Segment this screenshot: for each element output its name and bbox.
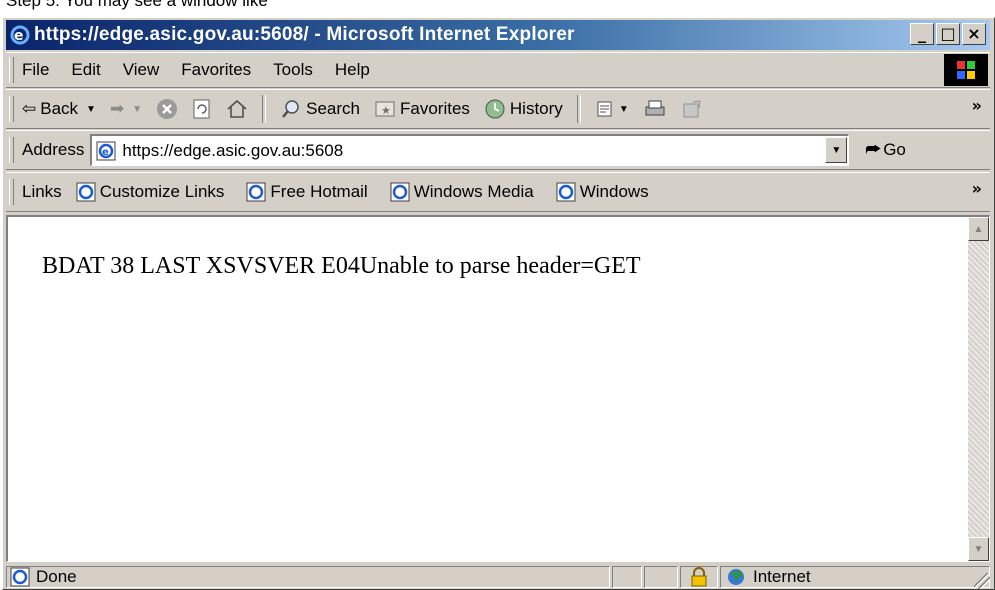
- title-bar[interactable]: e https://edge.asic.gov.au:5608/ - Micro…: [6, 20, 990, 50]
- search-icon: [282, 100, 299, 118]
- link-label: Windows Media: [413, 182, 534, 201]
- page-body-text: BDAT 38 LAST XSVSVER E04Unable to parse …: [42, 253, 641, 279]
- back-label: Back: [40, 99, 79, 118]
- page-done-icon: [10, 567, 30, 587]
- status-pane: Done: [6, 566, 610, 588]
- print-button[interactable]: [643, 98, 667, 120]
- link-windows[interactable]: Windows: [556, 182, 649, 202]
- windows-logo-icon: [944, 54, 988, 86]
- svg-text:★: ★: [381, 104, 391, 117]
- ie-page-icon: [76, 182, 96, 202]
- go-label: Go: [883, 140, 906, 159]
- status-blank-pane: [644, 566, 678, 588]
- home-icon: [227, 99, 247, 118]
- zone-pane[interactable]: Internet: [720, 566, 990, 588]
- menu-grip[interactable]: [9, 57, 14, 83]
- link-customize-links[interactable]: Customize Links: [76, 182, 225, 202]
- edit-icon: [683, 100, 701, 118]
- ie-window: e https://edge.asic.gov.au:5608/ - Micro…: [2, 17, 995, 590]
- favorites-button[interactable]: ★ Favorites: [374, 99, 470, 119]
- search-button[interactable]: Search: [280, 98, 360, 120]
- address-input[interactable]: https://edge.asic.gov.au:5608: [122, 141, 343, 161]
- scroll-down-button[interactable]: ▼: [968, 537, 989, 561]
- refresh-button[interactable]: [192, 98, 212, 120]
- stop-icon: [157, 99, 178, 119]
- link-label: Free Hotmail: [270, 182, 368, 201]
- scroll-up-button[interactable]: ▲: [968, 217, 989, 241]
- menu-edit[interactable]: Edit: [71, 60, 100, 80]
- address-label: Address: [22, 140, 85, 159]
- menu-favorites[interactable]: Favorites: [181, 60, 251, 80]
- go-arrow-icon: ⮫: [865, 140, 882, 159]
- close-button[interactable]: ×: [962, 23, 986, 45]
- back-arrow-icon: ⇦: [22, 99, 37, 118]
- favorites-icon: ★: [375, 101, 395, 117]
- ie-page-icon: [246, 182, 266, 202]
- zone-text: Internet: [753, 567, 811, 586]
- globe-icon: [728, 569, 744, 585]
- history-label: History: [509, 99, 563, 118]
- history-icon: [485, 99, 505, 119]
- links-grip[interactable]: [9, 179, 14, 205]
- status-progress-pane: [612, 566, 642, 588]
- link-label: Customize Links: [99, 182, 225, 201]
- link-windows-media[interactable]: Windows Media: [390, 182, 534, 202]
- mail-dropdown-icon[interactable]: ▼: [619, 104, 629, 115]
- address-bar: Address e https://edge.asic.gov.au:5608 …: [6, 130, 990, 170]
- links-label: Links: [22, 182, 62, 201]
- refresh-icon: [193, 99, 210, 119]
- ie-logo-icon: e: [10, 25, 30, 45]
- resize-grip[interactable]: [974, 573, 990, 589]
- menu-tools[interactable]: Tools: [273, 60, 313, 80]
- forward-arrow-icon: ➡: [109, 99, 125, 118]
- forward-dropdown-icon[interactable]: ▼: [132, 104, 142, 115]
- back-button[interactable]: ⇦ Back ▼: [22, 99, 96, 119]
- vertical-scrollbar[interactable]: ▲ ▼: [968, 217, 989, 561]
- address-grip[interactable]: [9, 137, 14, 163]
- step-caption: Step 5: You may see a window like: [6, 0, 268, 10]
- menu-bar: File Edit View Favorites Tools Help: [6, 52, 990, 88]
- link-free-hotmail[interactable]: Free Hotmail: [246, 182, 368, 202]
- security-pane[interactable]: [680, 566, 718, 588]
- status-bar: Done Internet: [6, 565, 990, 589]
- search-label: Search: [306, 99, 360, 118]
- stop-button[interactable]: [156, 98, 178, 120]
- page-content: BDAT 38 LAST XSVSVER E04Unable to parse …: [6, 215, 990, 562]
- edit-button[interactable]: [681, 98, 703, 120]
- toolbar-separator: [262, 95, 267, 123]
- ie-page-icon: [390, 182, 410, 202]
- menu-view[interactable]: View: [123, 60, 160, 80]
- go-button[interactable]: ⮫ Go: [865, 140, 906, 160]
- minimize-button[interactable]: _: [910, 23, 934, 45]
- link-label: Windows: [579, 182, 649, 201]
- forward-button[interactable]: ➡ ▼: [110, 99, 142, 119]
- svg-text:e: e: [14, 28, 24, 44]
- maximize-button[interactable]: □: [936, 23, 960, 45]
- favorites-label: Favorites: [399, 99, 470, 118]
- toolbar-grip[interactable]: [9, 96, 14, 122]
- menu-help[interactable]: Help: [335, 60, 370, 80]
- mail-icon: [597, 101, 612, 117]
- window-title: https://edge.asic.gov.au:5608/ - Microso…: [34, 24, 575, 45]
- status-text: Done: [36, 567, 77, 586]
- mail-button[interactable]: ▼: [595, 98, 629, 120]
- toolbar-more-icon[interactable]: »: [972, 96, 982, 115]
- address-field[interactable]: e https://edge.asic.gov.au:5608 ▼: [90, 134, 850, 166]
- links-more-icon[interactable]: »: [972, 179, 982, 198]
- toolbar-separator-2: [576, 95, 581, 123]
- home-button[interactable]: [226, 98, 248, 120]
- lock-icon: [691, 567, 707, 587]
- menu-file[interactable]: File: [22, 60, 49, 80]
- page-icon: e: [96, 141, 116, 160]
- history-button[interactable]: History: [484, 98, 563, 120]
- print-icon: [645, 100, 665, 116]
- back-dropdown-icon[interactable]: ▼: [86, 104, 96, 115]
- address-dropdown-icon[interactable]: ▼: [825, 137, 848, 163]
- svg-text:e: e: [102, 147, 109, 158]
- standard-toolbar: ⇦ Back ▼ ➡ ▼ Search ★ Favorites History: [6, 89, 990, 129]
- links-bar: Links Customize Links Free Hotmail Windo…: [6, 172, 990, 212]
- ie-page-icon: [556, 182, 576, 202]
